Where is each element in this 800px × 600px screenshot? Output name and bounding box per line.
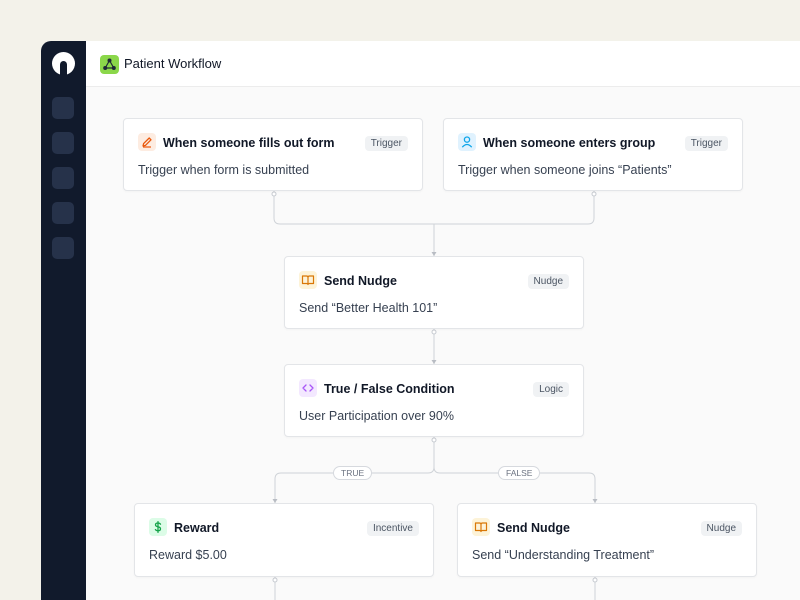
false-branch-label: FALSE (498, 466, 541, 480)
node-description: User Participation over 90% (299, 409, 454, 423)
sidebar-item-1[interactable] (52, 97, 74, 119)
header: Patient Workflow (86, 41, 800, 87)
node-type-badge: Trigger (364, 136, 408, 151)
node-type-badge: Nudge (527, 274, 569, 289)
sidebar-item-4[interactable] (52, 202, 74, 224)
node-description: Send “Better Health 101” (299, 301, 438, 315)
dollar-icon (149, 518, 167, 536)
node-title: True / False Condition (324, 382, 455, 396)
app-window: Patient Workflow TRUE FALSE When someone… (41, 41, 800, 600)
node-title: When someone fills out form (163, 136, 335, 150)
sidebar (41, 41, 86, 600)
workflow-node-send-nudge-2[interactable]: Send Nudge Nudge Send “Understanding Tre… (457, 503, 757, 577)
true-branch-label: TRUE (333, 466, 373, 480)
user-icon (458, 133, 476, 151)
page-title: Patient Workflow (124, 56, 222, 71)
node-description: Send “Understanding Treatment” (472, 548, 655, 562)
node-title: Send Nudge (324, 274, 397, 288)
node-type-badge: Nudge (700, 521, 742, 536)
logo-icon[interactable] (52, 52, 75, 75)
book-icon (472, 518, 490, 536)
workflow-canvas[interactable]: TRUE FALSE When someone fills out form T… (86, 87, 800, 600)
workflow-node-send-nudge[interactable]: Send Nudge Nudge Send “Better Health 101… (284, 256, 584, 329)
sidebar-item-2[interactable] (52, 132, 74, 154)
node-description: Trigger when someone joins “Patients” (458, 163, 672, 177)
workflow-icon (100, 55, 119, 74)
pencil-icon (138, 133, 156, 151)
node-title: Send Nudge (497, 521, 570, 535)
sidebar-item-5[interactable] (52, 237, 74, 259)
workflow-node-reward[interactable]: Reward Incentive Reward $5.00 (134, 503, 434, 577)
node-type-badge: Logic (533, 382, 569, 397)
workflow-node-form-trigger[interactable]: When someone fills out form Trigger Trig… (123, 118, 423, 191)
node-description: Reward $5.00 (149, 548, 227, 562)
workflow-node-condition[interactable]: True / False Condition Logic User Partic… (284, 364, 584, 437)
node-title: When someone enters group (483, 136, 656, 150)
sidebar-item-3[interactable] (52, 167, 74, 189)
node-description: Trigger when form is submitted (138, 163, 310, 177)
node-type-badge: Trigger (684, 136, 728, 151)
main-area: Patient Workflow TRUE FALSE When someone… (86, 41, 800, 600)
workflow-node-group-trigger[interactable]: When someone enters group Trigger Trigge… (443, 118, 743, 191)
code-icon (299, 379, 317, 397)
book-icon (299, 271, 317, 289)
node-type-badge: Incentive (366, 521, 419, 536)
node-title: Reward (174, 521, 220, 535)
